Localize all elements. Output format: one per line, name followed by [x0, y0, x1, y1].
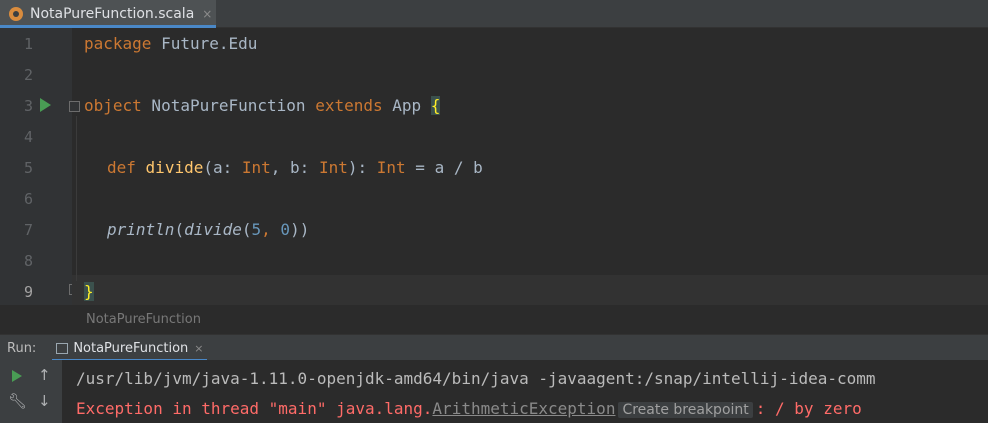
wrench-icon[interactable]: 🔧︎: [8, 392, 27, 410]
run-tool-window-header: Run: NotaPureFunction ×: [0, 334, 988, 361]
editor-tab-bar: NotaPureFunction.scala ×: [0, 0, 988, 28]
run-toolbar: 🔧︎ ↑ ↓: [0, 360, 62, 423]
code-editor[interactable]: 1 2 3 4 5 6 7 8 9 package Future.Edu obj…: [0, 28, 988, 305]
error-text: : / by zero: [755, 399, 862, 418]
down-arrow-icon[interactable]: ↓: [38, 392, 51, 410]
rerun-icon[interactable]: [12, 370, 22, 382]
run-tab[interactable]: NotaPureFunction ×: [52, 335, 208, 361]
line-number: 7: [23, 221, 33, 239]
code-line-7: println(divide(5, 0)): [107, 220, 309, 240]
close-icon[interactable]: ×: [202, 7, 212, 21]
line-number: 6: [23, 190, 33, 208]
breadcrumb-bar: NotaPureFunction: [0, 305, 988, 334]
code-text: (: [174, 220, 185, 239]
code-text: , b:: [270, 158, 319, 177]
code-text: = a / b: [405, 158, 483, 177]
line-number: 1: [23, 35, 33, 53]
keyword: extends: [315, 96, 383, 115]
keyword: object: [84, 96, 142, 115]
code-line-5: def divide(a: Int, b: Int): Int = a / b: [107, 158, 483, 178]
console-command-line: /usr/lib/jvm/java-1.11.0-openjdk-amd64/b…: [76, 369, 876, 388]
keyword: package: [84, 34, 152, 53]
fold-icon[interactable]: [69, 101, 80, 112]
object-name: NotaPureFunction: [141, 96, 316, 115]
matched-brace: {: [430, 96, 441, 115]
run-label: Run:: [7, 340, 37, 356]
editor-tab-title: NotaPureFunction.scala: [30, 5, 195, 22]
type-name: Int: [376, 158, 406, 177]
error-text: Exception in thread "main" java.lang.: [76, 399, 433, 418]
scala-file-icon: [9, 6, 23, 21]
function-name: divide: [145, 158, 204, 177]
code-text: (a:: [203, 158, 242, 177]
current-line-highlight: [72, 275, 988, 305]
code-text: ):: [347, 158, 377, 177]
run-console[interactable]: 🔧︎ ↑ ↓ /usr/lib/jvm/java-1.11.0-openjdk-…: [0, 360, 988, 423]
function-call: println: [107, 220, 175, 239]
code-line-1: package Future.Edu: [84, 34, 257, 54]
up-arrow-icon[interactable]: ↑: [38, 366, 51, 384]
line-number: 9: [23, 283, 33, 301]
number-literal: 5: [251, 220, 262, 239]
package-name: Future.Edu: [151, 34, 258, 53]
type-name: Int: [241, 158, 271, 177]
run-gutter-icon[interactable]: [40, 98, 51, 112]
indent-guide: [76, 116, 77, 281]
matched-brace: }: [84, 282, 94, 301]
gutter: 1 2 3 4 5 6 7 8 9: [0, 28, 80, 305]
exception-link[interactable]: ArithmeticException: [432, 399, 615, 418]
code-text: (: [241, 220, 252, 239]
editor-tab[interactable]: NotaPureFunction.scala ×: [0, 0, 216, 28]
line-number: 2: [23, 66, 33, 84]
console-error-line: Exception in thread "main" java.lang.Ari…: [76, 399, 862, 420]
function-call: divide: [184, 220, 242, 239]
code-text: )): [290, 220, 310, 239]
line-number: 5: [23, 159, 33, 177]
number-literal: 0: [280, 220, 291, 239]
code-line-3: object NotaPureFunction extends App {: [84, 96, 441, 116]
line-number: 3: [23, 97, 33, 115]
line-number: 4: [23, 128, 33, 146]
create-breakpoint-button[interactable]: Create breakpoint: [618, 402, 753, 418]
keyword: def: [107, 158, 136, 177]
line-number: 8: [23, 252, 33, 270]
type-name: App: [382, 96, 431, 115]
console-icon: [56, 342, 69, 354]
run-tab-title: NotaPureFunction: [73, 340, 189, 356]
code-text: ,: [261, 220, 281, 239]
code-line-9: }: [84, 282, 94, 302]
type-name: Int: [318, 158, 348, 177]
breadcrumb[interactable]: NotaPureFunction: [86, 312, 201, 327]
close-icon[interactable]: ×: [194, 342, 203, 355]
